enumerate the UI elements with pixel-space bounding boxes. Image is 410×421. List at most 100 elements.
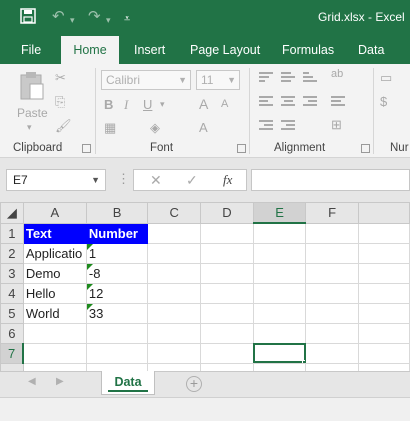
cell[interactable] (252, 302, 307, 324)
tab-data[interactable]: Data (358, 36, 384, 64)
cell[interactable] (147, 342, 202, 364)
add-sheet-icon[interactable]: + (186, 376, 202, 392)
cell[interactable] (85, 322, 149, 344)
font-size-combo[interactable]: 11 ▼ (196, 70, 240, 90)
enter-icon[interactable]: ✓ (186, 172, 198, 189)
cell[interactable] (22, 342, 87, 364)
currency-icon[interactable]: $ (380, 94, 387, 109)
cell[interactable] (147, 242, 202, 264)
format-painter-icon[interactable]: 🖌︎ (55, 118, 72, 134)
name-box[interactable]: E7 ▼ (6, 169, 106, 191)
sheet-tab-data[interactable]: Data (101, 371, 155, 395)
grow-font-button[interactable]: A (199, 96, 208, 112)
cell[interactable] (200, 242, 254, 264)
cell-e7-selected[interactable] (252, 342, 307, 364)
cell[interactable] (305, 362, 359, 371)
cell-b1[interactable]: Number (85, 222, 149, 244)
cell[interactable] (357, 342, 410, 364)
orientation-icon[interactable]: ab (331, 68, 343, 80)
fill-handle[interactable] (302, 359, 305, 362)
cell[interactable] (252, 282, 307, 304)
cell[interactable] (357, 362, 410, 371)
row-header-2[interactable]: 2 (0, 242, 24, 264)
align-right-icon[interactable] (303, 96, 317, 108)
alignment-launcher-icon[interactable] (361, 144, 370, 153)
formula-input[interactable] (251, 169, 410, 191)
row-header-7[interactable]: 7 (0, 342, 25, 364)
cell-a4[interactable]: Hello (22, 282, 87, 304)
cancel-icon[interactable]: ✕ (150, 172, 162, 189)
borders-icon[interactable]: ▦ (104, 120, 116, 136)
cell[interactable] (252, 242, 307, 264)
align-top-icon[interactable] (259, 72, 273, 84)
row-header-3[interactable]: 3 (0, 262, 24, 284)
bold-button[interactable]: B (104, 97, 113, 112)
undo-dropdown-icon[interactable]: ▾ (70, 11, 75, 29)
column-header-f[interactable]: F (305, 202, 359, 224)
paste-dropdown-icon[interactable]: ▾ (27, 122, 32, 133)
cell[interactable] (200, 302, 254, 324)
tab-page-layout[interactable]: Page Layout (190, 36, 260, 64)
wrap-text-icon[interactable] (331, 96, 345, 108)
cell[interactable] (305, 342, 359, 364)
cell[interactable] (305, 222, 359, 244)
column-header-g[interactable] (357, 202, 410, 224)
cell[interactable] (22, 362, 87, 371)
cell[interactable] (200, 282, 254, 304)
scroll-right-icon[interactable]: ▶ (56, 376, 64, 387)
copy-icon[interactable]: ⎘ (55, 94, 65, 110)
font-name-combo[interactable]: Calibri ▼ (101, 70, 191, 90)
cell[interactable] (305, 262, 359, 284)
underline-button[interactable]: U (143, 97, 152, 112)
cell[interactable] (305, 302, 359, 324)
cell[interactable] (305, 242, 359, 264)
cell[interactable] (147, 322, 202, 344)
save-icon[interactable] (20, 8, 36, 29)
cell-b5[interactable]: 33 (85, 302, 149, 324)
tab-file[interactable]: File (21, 36, 41, 64)
tab-home[interactable]: Home (61, 36, 119, 64)
align-left-icon[interactable] (259, 96, 273, 108)
cut-icon[interactable]: ✂ (55, 70, 66, 86)
row-header-8[interactable] (0, 362, 24, 371)
align-middle-icon[interactable] (281, 72, 295, 84)
cell-a3[interactable]: Demo (22, 262, 87, 284)
cell[interactable] (200, 322, 254, 344)
cell[interactable] (147, 302, 202, 324)
cell[interactable] (357, 222, 410, 244)
column-header-d[interactable]: D (200, 202, 254, 224)
row-header-4[interactable]: 4 (0, 282, 24, 304)
cell-a5[interactable]: World (22, 302, 87, 324)
font-launcher-icon[interactable] (237, 144, 246, 153)
cell[interactable] (200, 342, 254, 364)
cell-b3[interactable]: -8 (85, 262, 149, 284)
cell[interactable] (357, 262, 410, 284)
scroll-left-icon[interactable]: ◀ (28, 376, 36, 387)
fill-color-icon[interactable]: ◈ (150, 120, 160, 136)
merge-center-icon[interactable]: ⊞ (331, 117, 342, 133)
align-bottom-icon[interactable] (303, 72, 317, 84)
cell[interactable] (147, 222, 202, 244)
row-header-6[interactable]: 6 (0, 322, 24, 344)
underline-dropdown-icon[interactable]: ▾ (160, 99, 165, 110)
cell[interactable] (85, 362, 149, 371)
customize-qat-icon[interactable]: ⩡ (124, 10, 130, 28)
tab-insert[interactable]: Insert (134, 36, 165, 64)
number-format-icon[interactable]: ▭ (380, 70, 392, 86)
cell[interactable] (252, 322, 307, 344)
italic-button[interactable]: I (124, 97, 128, 113)
decrease-indent-icon[interactable] (259, 120, 273, 132)
cell[interactable] (252, 362, 307, 371)
cell[interactable] (252, 222, 307, 244)
cell[interactable] (357, 322, 410, 344)
cell[interactable] (357, 282, 410, 304)
cell[interactable] (147, 262, 202, 284)
redo-icon[interactable]: ↷ (88, 8, 101, 26)
cell-b4[interactable]: 12 (85, 282, 149, 304)
cell[interactable] (357, 302, 410, 324)
cell[interactable] (147, 282, 202, 304)
row-header-5[interactable]: 5 (0, 302, 24, 324)
shrink-font-button[interactable]: A (221, 98, 228, 110)
increase-indent-icon[interactable] (281, 120, 295, 132)
cell[interactable] (200, 222, 254, 244)
